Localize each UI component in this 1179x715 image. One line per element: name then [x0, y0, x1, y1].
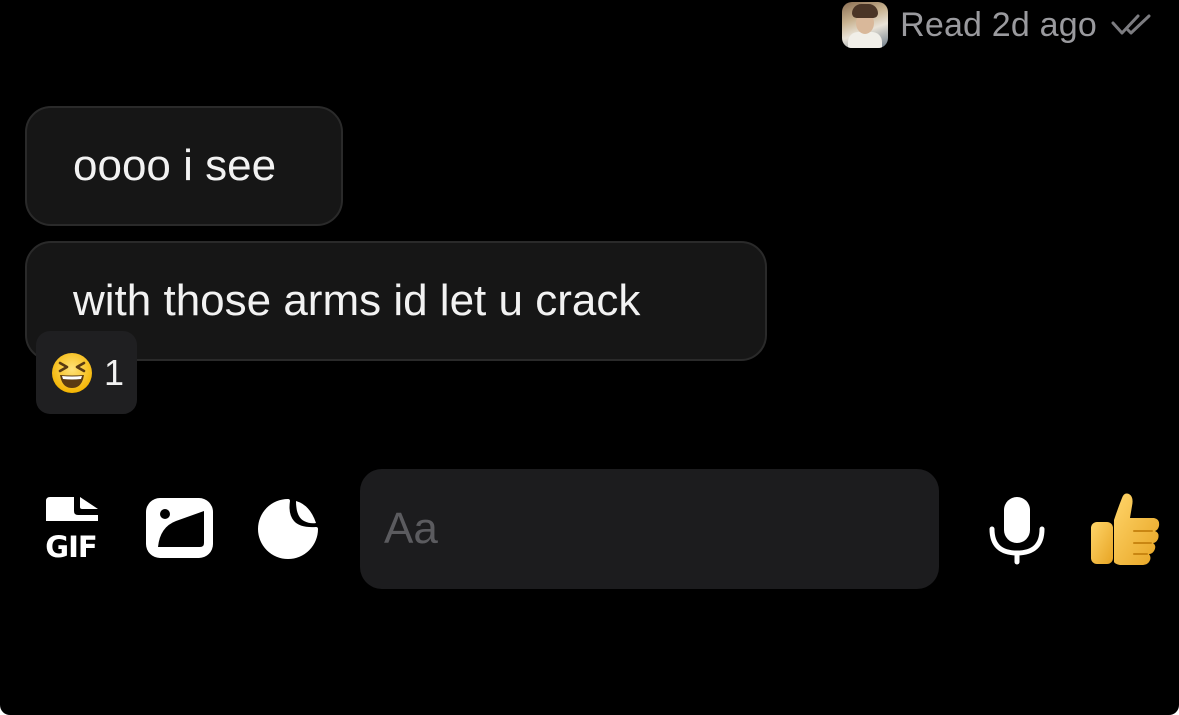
reaction-count: 1 [104, 351, 125, 393]
gif-icon[interactable]: GIF [44, 497, 100, 564]
grinning-squinting-face-icon [52, 352, 92, 393]
read-receipt: Read 2d ago [842, 0, 1153, 50]
double-check-icon [1111, 13, 1153, 37]
chat-window: Read 2d ago oooo i see with those arms i… [0, 0, 1179, 715]
message-text: oooo i see [73, 141, 277, 190]
message-bubble[interactable]: oooo i see [25, 106, 343, 226]
thumbs-up-icon[interactable] [1088, 490, 1164, 573]
message-input[interactable]: Aa [360, 469, 939, 589]
avatar[interactable] [842, 2, 889, 48]
sticker-icon[interactable] [256, 497, 320, 566]
mic-icon[interactable] [986, 495, 1048, 570]
read-status-text: Read 2d ago [900, 5, 1097, 44]
reaction-badge[interactable]: 1 [36, 331, 137, 414]
message-input-placeholder: Aa [384, 504, 438, 553]
message-text: with those arms id let u crack [73, 276, 641, 325]
svg-text:GIF: GIF [45, 530, 96, 559]
image-icon[interactable] [146, 497, 214, 564]
